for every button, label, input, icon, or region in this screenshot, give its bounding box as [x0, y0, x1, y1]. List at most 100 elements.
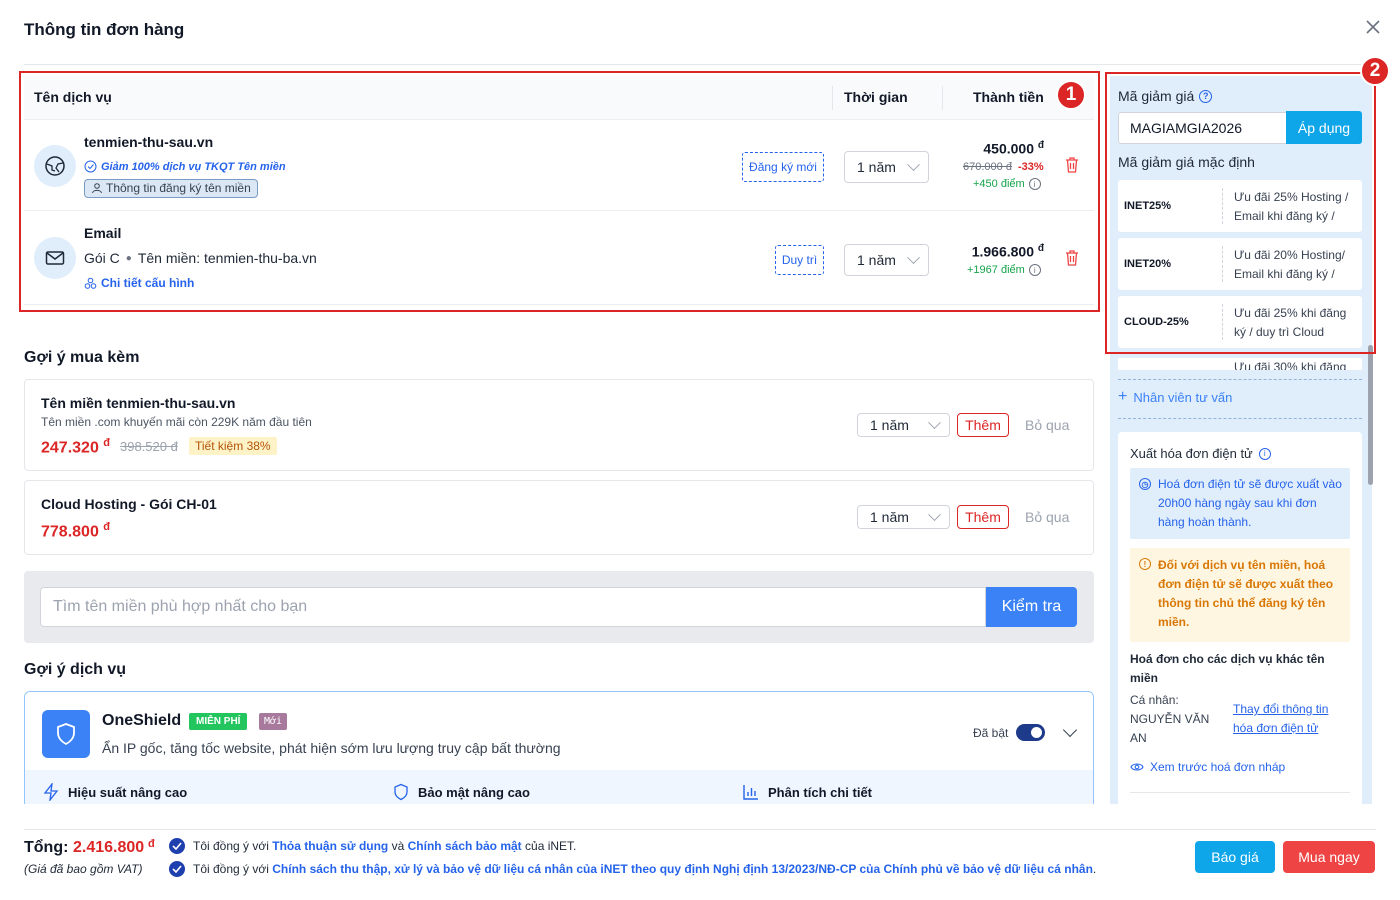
bar-chart-icon — [743, 785, 758, 800]
invoice-other-title: Hoá đơn cho các dịch vụ khác tên miền — [1130, 652, 1325, 685]
services-title: Gợi ý dịch vụ — [24, 661, 127, 678]
invoice-person-name: NGUYỄN VĂN AN — [1130, 712, 1210, 745]
addon-card: Tên miền tenmien-thu-sau.vn Tên miền .co… — [24, 379, 1094, 471]
buy-now-button[interactable]: Mua ngay — [1283, 841, 1375, 873]
chevron-down-icon — [928, 415, 941, 429]
config-detail-link[interactable]: Chi tiết cấu hình — [84, 276, 194, 290]
dot-separator: ● — [125, 252, 132, 264]
invoice-schedule-note: ◷ Hoá đơn điện tử sẽ được xuất vào 20h00… — [1130, 468, 1350, 539]
feature-item: Bảo mật nâng cao — [392, 783, 530, 801]
total-label: Tổng: — [24, 839, 69, 856]
config-icon — [84, 277, 97, 289]
change-invoice-info-link[interactable]: Thay đổi thông tin hóa đơn điện tử — [1233, 700, 1343, 738]
skip-button[interactable]: Bỏ qua — [1025, 509, 1069, 525]
addon-price: 778.800 đ — [41, 521, 111, 541]
domain-registration-info-tag[interactable]: Thông tin đăng ký tên miền — [84, 179, 258, 198]
chevron-down-icon[interactable] — [1062, 722, 1078, 738]
new-badge: Mới — [259, 713, 288, 730]
addons-title: Gợi ý mua kèm — [24, 349, 140, 366]
domain-search-box: Kiểm tra — [24, 571, 1094, 643]
feature-item: Phân tích chi tiết — [742, 783, 872, 801]
coupon-input[interactable] — [1118, 112, 1286, 144]
divider — [1118, 418, 1362, 419]
free-badge: MIỄN PHÍ — [189, 713, 248, 730]
shield-icon — [42, 710, 90, 758]
terms-of-use-link[interactable]: Thỏa thuận sử dụng — [272, 839, 388, 853]
coupon-separator — [1222, 246, 1223, 282]
delete-icon[interactable] — [1064, 249, 1080, 267]
coupon-item-partial[interactable]: Ưu đãi 30% khi đăng — [1118, 358, 1362, 370]
right-panel-scrollbar[interactable] — [1368, 345, 1373, 485]
invoice-card: Xuất hóa đơn điện tử i ◷ Hoá đơn điện tử … — [1118, 432, 1362, 804]
invoice-domain-warning: ! Đối với dịch vụ tên miền, hoá đơn điện… — [1130, 548, 1350, 642]
period-select[interactable]: 1 năm — [857, 413, 950, 437]
annotation-badge-1: 1 — [1056, 80, 1086, 110]
chevron-down-icon — [907, 157, 920, 171]
order-table-header: Tên dịch vụ Thời gian Thành tiền — [24, 76, 1094, 120]
coupon-code: INET20% — [1124, 258, 1172, 270]
info-icon: i — [1258, 447, 1271, 460]
terms-checkbox[interactable] — [169, 838, 185, 854]
coupon-desc: Ưu đãi 25% Hosting / Email khi đăng ký /… — [1234, 190, 1349, 223]
main-content[interactable]: Tên dịch vụ Thời gian Thành tiền tenmien… — [24, 70, 1094, 804]
close-icon[interactable] — [1362, 16, 1384, 38]
advisor-link[interactable]: + Nhân viên tư vấn — [1118, 388, 1232, 406]
invoice-person-label: Cá nhân: — [1130, 693, 1179, 707]
shield-outline-icon — [394, 783, 408, 801]
tag-label: Thông tin đăng ký tên miền — [106, 181, 251, 195]
addon-desc: Tên miền .com khuyến mãi còn 229K năm đầ… — [41, 415, 312, 429]
feature-item: Hiệu suất nâng cao — [42, 783, 187, 801]
divider — [1118, 379, 1362, 380]
renew-button[interactable]: Duy trì — [775, 245, 824, 275]
oneshield-header: OneShield MIỄN PHÍ Mới Ẩn IP gốc, tăng t… — [25, 692, 1093, 770]
add-button[interactable]: Thêm — [957, 413, 1009, 437]
check-circle-icon — [84, 160, 97, 173]
data-protection-policy-link[interactable]: Chính sách thu thập, xử lý và bảo vệ dữ … — [272, 862, 1093, 876]
data-protection-agreement: Tôi đồng ý với Chính sách thu thập, xử l… — [169, 861, 1096, 877]
oneshield-toggle[interactable] — [1016, 724, 1045, 741]
plan-name: Gói C — [84, 250, 120, 266]
info-icon: i — [1028, 264, 1041, 276]
period-select[interactable]: 1 năm — [844, 244, 929, 276]
col-header-time: Thời gian — [844, 89, 908, 105]
chevron-down-icon — [928, 507, 941, 521]
oneshield-name: OneShield — [102, 712, 182, 729]
preview-invoice-link[interactable]: Xem trước hoá đơn nháp — [1130, 760, 1285, 774]
register-new-button[interactable]: Đăng ký mới — [742, 152, 824, 182]
quote-button[interactable]: Báo giá — [1195, 841, 1275, 873]
period-select[interactable]: 1 năm — [844, 151, 929, 183]
coupon-label: Mã giảm giá? — [1118, 88, 1213, 104]
delete-icon[interactable] — [1064, 156, 1080, 174]
oneshield-state: Đã bật — [973, 726, 1009, 740]
plus-icon: + — [1118, 388, 1128, 405]
coupon-code: INET25% — [1124, 200, 1172, 212]
order-table: Tên dịch vụ Thời gian Thành tiền tenmien… — [24, 76, 1094, 305]
order-row-email: Email Gói C ● Tên miền: tenmien-thu-ba.v… — [24, 211, 1094, 305]
check-domain-button[interactable]: Kiểm tra — [986, 587, 1077, 627]
period-select[interactable]: 1 năm — [857, 505, 950, 529]
item-price: 450.000 đ — [983, 140, 1044, 157]
help-icon[interactable]: ? — [1199, 89, 1213, 103]
plan-domain: Tên miền: tenmien-thu-ba.vn — [137, 250, 317, 266]
service-name: Email — [84, 225, 122, 241]
order-row-domain: tenmien-thu-sau.vn Giảm 100% dịch vụ TKQ… — [24, 120, 1094, 211]
coupon-item[interactable]: INET25% Ưu đãi 25% Hosting / Email khi đ… — [1118, 180, 1362, 232]
apply-coupon-button[interactable]: Áp dụng — [1286, 111, 1362, 144]
right-panel[interactable]: Mã giảm giá? Áp dụng Mã giảm giá mặc địn… — [1110, 76, 1372, 804]
divider — [1130, 792, 1350, 793]
addon-price: 247.320 đ — [41, 437, 111, 457]
email-plan-line: Gói C ● Tên miền: tenmien-thu-ba.vn — [84, 250, 317, 266]
addon-name: Tên miền tenmien-thu-sau.vn — [41, 395, 236, 411]
domain-search-input[interactable] — [40, 587, 986, 627]
total-value: 2.416.800 — [73, 839, 145, 856]
annotation-badge-2: 2 — [1360, 56, 1390, 86]
coupon-item[interactable]: INET20% Ưu đãi 20% Hosting/ Email khi đă… — [1118, 238, 1362, 290]
data-protection-checkbox[interactable] — [169, 861, 185, 877]
addon-card: Cloud Hosting - Gói CH-01 778.800 đ 1 nă… — [24, 480, 1094, 555]
add-button[interactable]: Thêm — [957, 505, 1009, 529]
coupon-separator — [1222, 188, 1223, 224]
coupon-item[interactable]: CLOUD-25% Ưu đãi 25% khi đăng ký / duy t… — [1118, 296, 1362, 348]
terms-agreement: Tôi đồng ý với Thỏa thuận sử dụng và Chí… — [169, 838, 576, 854]
privacy-policy-link[interactable]: Chính sách bảo mật — [408, 839, 522, 853]
skip-button[interactable]: Bỏ qua — [1025, 417, 1069, 433]
